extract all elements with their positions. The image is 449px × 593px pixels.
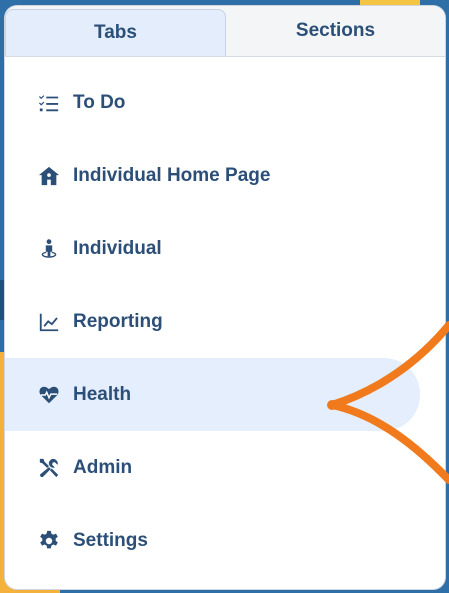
menu-item-label: Admin: [73, 456, 133, 478]
tab-bar: Tabs Sections: [5, 6, 445, 57]
tab-tabs[interactable]: Tabs: [5, 9, 226, 56]
gear-icon: [37, 529, 61, 553]
menu-item-label: Health: [73, 383, 132, 405]
checklist-icon: [37, 91, 61, 115]
menu-item-reporting[interactable]: Reporting: [5, 285, 445, 358]
menu-item-label: Settings: [73, 529, 148, 551]
menu-item-to-do[interactable]: To Do: [5, 66, 445, 139]
menu-item-settings[interactable]: Settings: [5, 504, 445, 577]
menu-item-individual-home-page[interactable]: Individual Home Page: [5, 139, 445, 212]
menu-item-admin[interactable]: Admin: [5, 431, 445, 504]
menu-item-individual[interactable]: Individual: [5, 212, 445, 285]
person-pin-icon: [37, 237, 61, 261]
menu-item-label: Individual: [73, 237, 162, 259]
menu-item-label: To Do: [73, 91, 126, 113]
tab-sections[interactable]: Sections: [226, 6, 445, 56]
line-chart-icon: [37, 310, 61, 334]
menu-item-label: Individual Home Page: [73, 164, 271, 186]
menu-list: To Do Individual Home Page Individual Re…: [5, 66, 445, 577]
navigation-panel: Tabs Sections To Do Individual Home Page…: [5, 6, 445, 589]
menu-item-label: Reporting: [73, 310, 163, 332]
menu-item-health[interactable]: Health: [5, 358, 420, 431]
heart-pulse-icon: [37, 383, 61, 407]
tools-icon: [37, 456, 61, 480]
house-person-icon: [37, 164, 61, 188]
